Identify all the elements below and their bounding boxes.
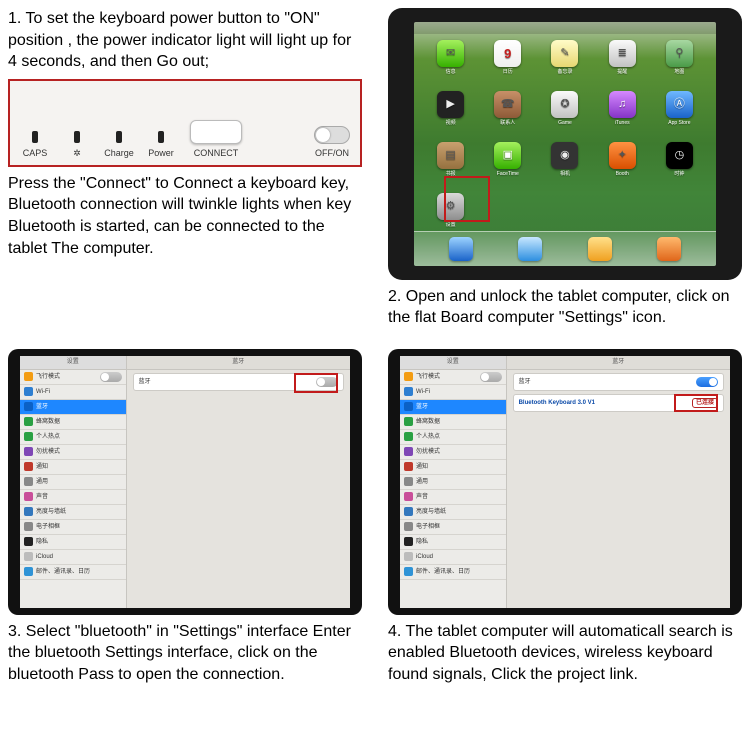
app-videos[interactable]: ▶视频 [422, 91, 479, 138]
app-gamecenter[interactable]: ✪Game [536, 91, 593, 138]
step3-caption: 3. Select "bluetooth" in "Settings" inte… [8, 621, 362, 686]
status-bar [414, 22, 716, 34]
bluetooth-row-label: 蓝牙 [139, 378, 151, 386]
dock-mail[interactable] [518, 237, 542, 261]
step2-caption: 2. Open and unlock the tablet computer, … [388, 286, 742, 329]
row-frame-4[interactable]: 电子相框 [400, 520, 506, 535]
connect-label: CONNECT [194, 148, 239, 158]
bluetooth-label: ✲ [73, 148, 81, 158]
bluetooth-switch-on[interactable] [696, 377, 718, 387]
caps-led-group: CAPS [16, 131, 54, 159]
step-1: 1. To set the keyboard power button to "… [8, 8, 362, 329]
power-label: Power [148, 148, 174, 158]
row-dnd[interactable]: 勿扰模式 [20, 445, 126, 460]
instruction-grid: 1. To set the keyboard power button to "… [8, 8, 742, 685]
row-cellular[interactable]: 蜂窝数据 [20, 415, 126, 430]
row-hotspot[interactable]: 个人热点 [20, 430, 126, 445]
device-name: Bluetooth Keyboard 3.0 V1 [519, 399, 595, 407]
row-general[interactable]: 通用 [20, 475, 126, 490]
caps-label: CAPS [23, 148, 48, 158]
row-wifi-4[interactable]: Wi-Fi [400, 385, 506, 400]
row-privacy-4[interactable]: 隐私 [400, 535, 506, 550]
connect-button[interactable] [190, 120, 242, 144]
step4-caption: 4. The tablet computer will automaticall… [388, 621, 742, 686]
row-wifi[interactable]: Wi-Fi [20, 385, 126, 400]
dock-safari[interactable] [449, 237, 473, 261]
settings-sidebar-4: 设置 飞行模式 Wi-Fi 蓝牙 蜂窝数据 个人热点 勿扰模式 通知 通用 声音… [400, 356, 507, 608]
app-appstore[interactable]: ⒶApp Store [651, 91, 708, 138]
device-status-highlight [674, 394, 718, 412]
settings-main-3: 蓝牙 蓝牙 [127, 356, 350, 608]
row-notif-4[interactable]: 通知 [400, 460, 506, 475]
app-notes[interactable]: ✎备忘录 [536, 40, 593, 87]
row-airplane-4[interactable]: 飞行模式 [400, 370, 506, 385]
row-sounds[interactable]: 声音 [20, 490, 126, 505]
app-reminders[interactable]: ≣提醒 [594, 40, 651, 87]
row-notif[interactable]: 通知 [20, 460, 126, 475]
main-header-3: 蓝牙 [127, 356, 350, 370]
settings-screen-3: 设置 飞行模式 Wi-Fi 蓝牙 蜂窝数据 个人热点 勿扰模式 通知 通用 声音… [20, 356, 350, 608]
bluetooth-toggle-row-4[interactable]: 蓝牙 [513, 373, 724, 391]
offon-label: OFF/ON [315, 148, 349, 158]
charge-led [116, 131, 122, 143]
sidebar-header: 设置 [20, 356, 126, 370]
dock [414, 231, 716, 266]
settings-screen-4: 设置 飞行模式 Wi-Fi 蓝牙 蜂窝数据 个人热点 勿扰模式 通知 通用 声音… [400, 356, 730, 608]
row-frame[interactable]: 电子相框 [20, 520, 126, 535]
settings-sidebar-3: 设置 飞行模式 Wi-Fi 蓝牙 蜂窝数据 个人热点 勿扰模式 通知 通用 声音… [20, 356, 127, 608]
bt-led-group: ✲ [58, 131, 96, 159]
app-messages[interactable]: ✉信息 [422, 40, 479, 87]
bluetooth-led [74, 131, 80, 143]
keyboard-indicator-panel: CAPS ✲ Charge Power CONNECT OFF/ON [8, 79, 362, 167]
main-header-4: 蓝牙 [507, 356, 730, 370]
dock-music[interactable] [657, 237, 681, 261]
row-cellular-4[interactable]: 蜂窝数据 [400, 415, 506, 430]
charge-led-group: Charge [100, 131, 138, 159]
row-mail-4[interactable]: 邮件、通讯录、日历 [400, 565, 506, 580]
row-bluetooth-4[interactable]: 蓝牙 [400, 400, 506, 415]
power-led-group: Power [142, 131, 180, 159]
tablet-frame: ✉信息 9日历 ✎备忘录 ≣提醒 ⚲地图 ▶视频 ☎联系人 ✪Game ♫iTu… [388, 8, 742, 280]
row-icloud-4[interactable]: iCloud [400, 550, 506, 565]
app-itunes[interactable]: ♫iTunes [594, 91, 651, 138]
row-hotspot-4[interactable]: 个人热点 [400, 430, 506, 445]
dock-photos[interactable] [588, 237, 612, 261]
power-toggle[interactable] [314, 126, 350, 144]
step1-intro: 1. To set the keyboard power button to "… [8, 8, 362, 73]
airplane-toggle[interactable] [100, 372, 122, 382]
row-airplane[interactable]: 飞行模式 [20, 370, 126, 385]
step-2: ✉信息 9日历 ✎备忘录 ≣提醒 ⚲地图 ▶视频 ☎联系人 ✪Game ♫iTu… [388, 8, 742, 329]
row-brightness-4[interactable]: 亮度与墙纸 [400, 505, 506, 520]
row-icloud[interactable]: iCloud [20, 550, 126, 565]
app-clock[interactable]: ◷时钟 [651, 142, 708, 189]
row-sounds-4[interactable]: 声音 [400, 490, 506, 505]
bluetooth-switch-highlight [294, 373, 338, 393]
sidebar-header-4: 设置 [400, 356, 506, 370]
power-toggle-group: OFF/ON [310, 126, 354, 159]
settings-highlight [444, 176, 490, 222]
charge-label: Charge [104, 148, 134, 158]
connect-button-group: CONNECT [184, 120, 248, 159]
app-camera[interactable]: ◉相机 [536, 142, 593, 189]
app-maps[interactable]: ⚲地图 [651, 40, 708, 87]
app-calendar[interactable]: 9日历 [479, 40, 536, 87]
row-general-4[interactable]: 通用 [400, 475, 506, 490]
row-brightness[interactable]: 亮度与墙纸 [20, 505, 126, 520]
step-3: 设置 飞行模式 Wi-Fi 蓝牙 蜂窝数据 个人热点 勿扰模式 通知 通用 声音… [8, 349, 362, 686]
bluetooth-row-label-4: 蓝牙 [519, 378, 531, 386]
row-privacy[interactable]: 隐私 [20, 535, 126, 550]
row-bluetooth[interactable]: 蓝牙 [20, 400, 126, 415]
row-mail[interactable]: 邮件、通讯录、日历 [20, 565, 126, 580]
row-dnd-4[interactable]: 勿扰模式 [400, 445, 506, 460]
power-led [158, 131, 164, 143]
tablet-frame-3: 设置 飞行模式 Wi-Fi 蓝牙 蜂窝数据 个人热点 勿扰模式 通知 通用 声音… [8, 349, 362, 615]
tablet-frame-4: 设置 飞行模式 Wi-Fi 蓝牙 蜂窝数据 个人热点 勿扰模式 通知 通用 声音… [388, 349, 742, 615]
app-contacts[interactable]: ☎联系人 [479, 91, 536, 138]
step-4: 设置 飞行模式 Wi-Fi 蓝牙 蜂窝数据 个人热点 勿扰模式 通知 通用 声音… [388, 349, 742, 686]
home-screen: ✉信息 9日历 ✎备忘录 ≣提醒 ⚲地图 ▶视频 ☎联系人 ✪Game ♫iTu… [414, 22, 716, 266]
step1-below: Press the "Connect" to Connect a keyboar… [8, 173, 362, 259]
app-photobooth[interactable]: ✦Booth [594, 142, 651, 189]
caps-led [32, 131, 38, 143]
